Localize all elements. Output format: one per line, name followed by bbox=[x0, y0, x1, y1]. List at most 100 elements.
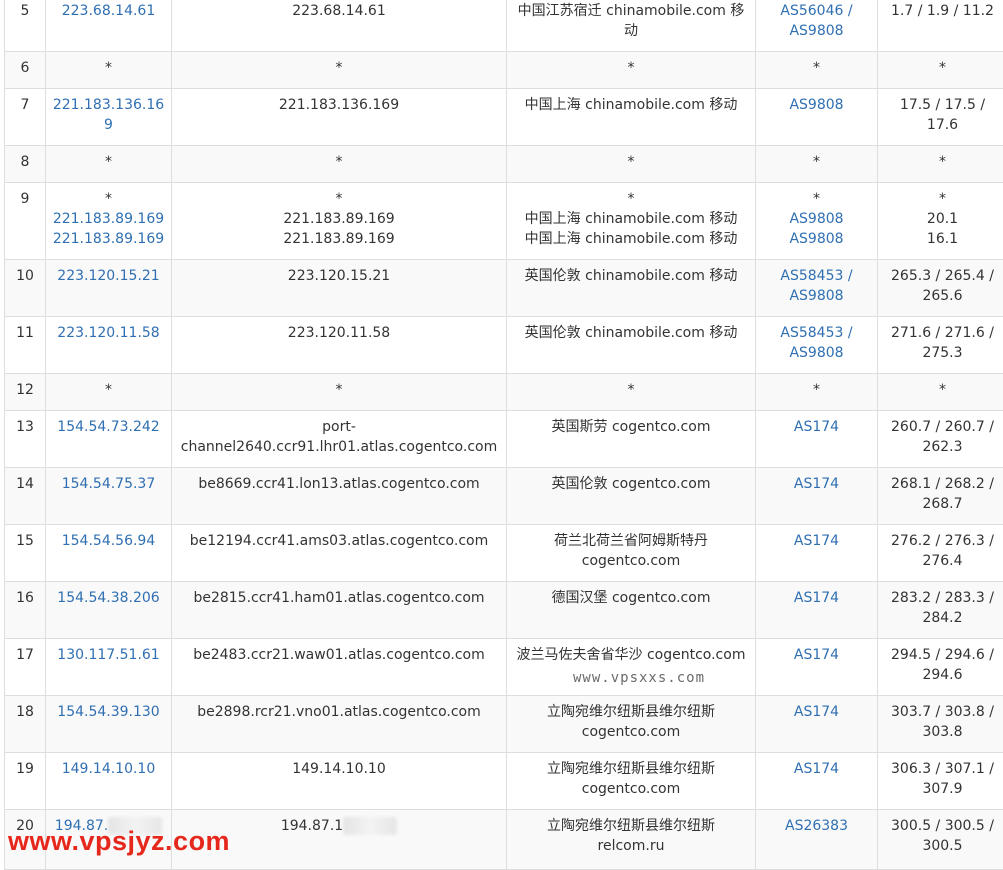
hop-ip-value[interactable]: 223.120.15.21 bbox=[51, 266, 166, 286]
hop-hostname-value: 223.120.15.21 bbox=[177, 266, 501, 286]
hop-location-value: * bbox=[512, 380, 750, 400]
hop-hostname-value: be2815.ccr41.ham01.atlas.cogentco.com bbox=[177, 588, 501, 608]
hop-latency: *20.116.1 bbox=[878, 183, 1003, 260]
hop-location-value: 立陶宛维尔纽斯县维尔纽斯 cogentco.com bbox=[512, 702, 750, 742]
hop-ip: 154.54.73.242 bbox=[46, 411, 172, 468]
hop-asn-value[interactable]: AS9808 bbox=[761, 209, 872, 229]
hop-ip-value: * bbox=[51, 152, 166, 172]
hop-ip-value[interactable]: 154.54.73.242 bbox=[51, 417, 166, 437]
hop-hostname: port-channel2640.ccr91.lhr01.atlas.cogen… bbox=[172, 411, 507, 468]
hop-asn-value[interactable]: AS56046 / AS9808 bbox=[761, 1, 872, 41]
hop-ip-value[interactable]: 221.183.136.169 bbox=[51, 95, 166, 135]
hop-asn-value[interactable]: AS174 bbox=[761, 702, 872, 722]
hop-number-value: 16 bbox=[10, 588, 40, 608]
hop-asn-value[interactable]: AS9808 bbox=[761, 229, 872, 249]
hop-location-value: 德国汉堡 cogentco.com bbox=[512, 588, 750, 608]
hop-number-value: 12 bbox=[10, 380, 40, 400]
hop-hostname-value: * bbox=[177, 58, 501, 78]
hop-latency-value: 1.7 / 1.9 / 11.2 bbox=[883, 1, 1002, 21]
hop-asn-value[interactable]: AS58453 / AS9808 bbox=[761, 323, 872, 363]
hop-location: 立陶宛维尔纽斯县维尔纽斯 cogentco.com bbox=[507, 696, 756, 753]
hop-location-value: 中国江苏宿迁 chinamobile.com 移动 bbox=[512, 1, 750, 41]
hop-latency: 300.5 / 300.5 / 300.5 bbox=[878, 810, 1003, 870]
hop-asn-value[interactable]: AS174 bbox=[761, 474, 872, 494]
hop-latency: 271.6 / 271.6 / 275.3 bbox=[878, 317, 1003, 374]
hop-asn: * bbox=[756, 374, 878, 411]
hop-location-value: 波兰马佐夫舍省华沙 cogentco.com bbox=[512, 645, 750, 665]
hop-hostname: be2898.rcr21.vno01.atlas.cogentco.com bbox=[172, 696, 507, 753]
hop-asn-value[interactable]: AS174 bbox=[761, 588, 872, 608]
hop-hostname: 223.120.11.58 bbox=[172, 317, 507, 374]
hop-asn-value[interactable]: AS58453 / AS9808 bbox=[761, 266, 872, 306]
hop-asn-value[interactable]: AS174 bbox=[761, 645, 872, 665]
hop-row: 15154.54.56.94be12194.ccr41.ams03.atlas.… bbox=[5, 525, 1003, 582]
hop-asn: AS174 bbox=[756, 696, 878, 753]
hop-number-value: 15 bbox=[10, 531, 40, 551]
hop-asn-value[interactable]: AS174 bbox=[761, 417, 872, 437]
hop-ip-value[interactable]: 154.54.56.94 bbox=[51, 531, 166, 551]
hop-location: *中国上海 chinamobile.com 移动中国上海 chinamobile… bbox=[507, 183, 756, 260]
hop-location-value: 立陶宛维尔纽斯县维尔纽斯 relcom.ru bbox=[512, 816, 750, 856]
hop-ip: * bbox=[46, 52, 172, 89]
hop-hostname-value: 194.87.1 bbox=[281, 818, 343, 834]
hop-location: 英国伦敦 cogentco.com bbox=[507, 468, 756, 525]
hop-ip: 154.54.38.206 bbox=[46, 582, 172, 639]
hop-row: 18154.54.39.130be2898.rcr21.vno01.atlas.… bbox=[5, 696, 1003, 753]
hop-asn-value: * bbox=[761, 380, 872, 400]
hop-latency-value: 294.5 / 294.6 / 294.6 bbox=[883, 645, 1002, 685]
hop-ip: * bbox=[46, 374, 172, 411]
hop-ip-value[interactable]: 154.54.39.130 bbox=[51, 702, 166, 722]
hop-row: 19149.14.10.10149.14.10.10立陶宛维尔纽斯县维尔纽斯 c… bbox=[5, 753, 1003, 810]
hop-latency-value: 276.2 / 276.3 / 276.4 bbox=[883, 531, 1002, 571]
hop-row: 13154.54.73.242port-channel2640.ccr91.lh… bbox=[5, 411, 1003, 468]
hop-asn-value[interactable]: AS9808 bbox=[761, 95, 872, 115]
hop-asn-value[interactable]: AS26383 bbox=[761, 816, 872, 836]
hop-ip-value[interactable]: 154.54.38.206 bbox=[51, 588, 166, 608]
hop-asn: *AS9808AS9808 bbox=[756, 183, 878, 260]
hop-asn: AS174 bbox=[756, 525, 878, 582]
hop-ip: 130.117.51.61 bbox=[46, 639, 172, 696]
hop-asn: AS58453 / AS9808 bbox=[756, 260, 878, 317]
traceroute-body: 5223.68.14.61223.68.14.61中国江苏宿迁 chinamob… bbox=[5, 0, 1003, 870]
hop-latency-value: * bbox=[883, 152, 1002, 172]
hop-row: 11223.120.11.58223.120.11.58英国伦敦 chinamo… bbox=[5, 317, 1003, 374]
hop-location: 英国伦敦 chinamobile.com 移动 bbox=[507, 317, 756, 374]
hop-number-value: 7 bbox=[10, 95, 40, 115]
hop-location-value: 立陶宛维尔纽斯县维尔纽斯 cogentco.com bbox=[512, 759, 750, 799]
hop-hostname-value: 221.183.89.169 bbox=[177, 209, 501, 229]
hop-ip-value[interactable]: 221.183.89.169 bbox=[51, 229, 166, 249]
hop-hostname-value: 221.183.136.169 bbox=[177, 95, 501, 115]
hop-latency-value: 306.3 / 307.1 / 307.9 bbox=[883, 759, 1002, 799]
hop-number-value: 5 bbox=[10, 1, 40, 21]
hop-ip-value[interactable]: 154.54.75.37 bbox=[51, 474, 166, 494]
hop-number: 12 bbox=[5, 374, 46, 411]
hop-ip-value[interactable]: 130.117.51.61 bbox=[51, 645, 166, 665]
hop-latency-value: 20.1 bbox=[883, 209, 1002, 229]
hop-number: 15 bbox=[5, 525, 46, 582]
hop-location: 中国江苏宿迁 chinamobile.com 移动 bbox=[507, 0, 756, 52]
hop-location-value: 中国上海 chinamobile.com 移动 bbox=[512, 95, 750, 115]
hop-asn-value[interactable]: AS174 bbox=[761, 759, 872, 779]
hop-number: 5 bbox=[5, 0, 46, 52]
hop-ip-value[interactable]: 221.183.89.169 bbox=[51, 209, 166, 229]
hop-ip-value[interactable]: 149.14.10.10 bbox=[51, 759, 166, 779]
hop-row: 5223.68.14.61223.68.14.61中国江苏宿迁 chinamob… bbox=[5, 0, 1003, 52]
traceroute-table: 5223.68.14.61223.68.14.61中国江苏宿迁 chinamob… bbox=[4, 0, 1003, 870]
hop-location-value: * bbox=[512, 58, 750, 78]
hop-asn-value: * bbox=[761, 152, 872, 172]
hop-asn-value[interactable]: AS174 bbox=[761, 531, 872, 551]
hop-latency-value: 300.5 / 300.5 / 300.5 bbox=[883, 816, 1002, 856]
hop-asn: AS174 bbox=[756, 753, 878, 810]
hop-hostname-value: 149.14.10.10 bbox=[177, 759, 501, 779]
hop-latency: 260.7 / 260.7 / 262.3 bbox=[878, 411, 1003, 468]
hop-row: 17130.117.51.61be2483.ccr21.waw01.atlas.… bbox=[5, 639, 1003, 696]
hop-ip: 223.120.11.58 bbox=[46, 317, 172, 374]
hop-row: 10223.120.15.21223.120.15.21英国伦敦 chinamo… bbox=[5, 260, 1003, 317]
hop-ip-value[interactable]: 223.68.14.61 bbox=[51, 1, 166, 21]
hop-number-value: 6 bbox=[10, 58, 40, 78]
hop-asn-value: * bbox=[761, 189, 872, 209]
hop-location: 中国上海 chinamobile.com 移动 bbox=[507, 89, 756, 146]
hop-ip-value[interactable]: 223.120.11.58 bbox=[51, 323, 166, 343]
hop-latency: 294.5 / 294.6 / 294.6 bbox=[878, 639, 1003, 696]
hop-latency: 306.3 / 307.1 / 307.9 bbox=[878, 753, 1003, 810]
